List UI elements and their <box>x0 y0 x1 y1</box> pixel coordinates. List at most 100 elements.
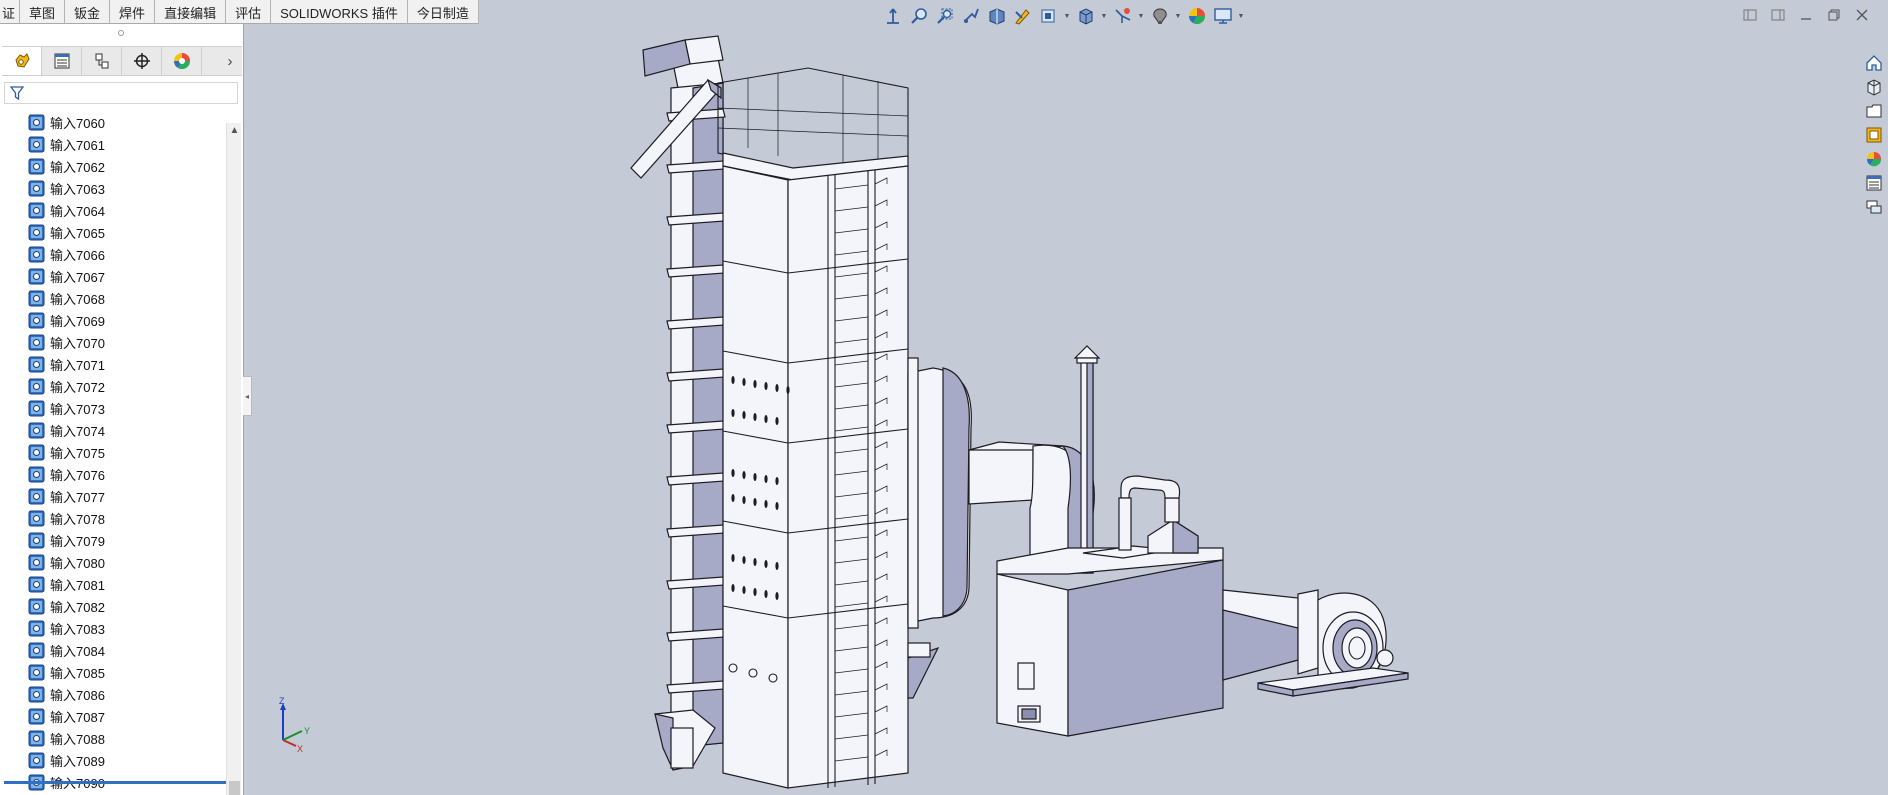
command-manager-tabs: 证草图 钣金 焊件 直接编辑 评估 SOLIDWORKS 插件 今日制造 <box>0 0 479 24</box>
tree-item-label: 输入7078 <box>50 511 105 527</box>
tree-item[interactable]: 输入7083 <box>0 617 226 639</box>
dynamic-annotation-button[interactable] <box>1010 4 1035 28</box>
tree-item[interactable]: 输入7079 <box>0 529 226 551</box>
zoom-to-fit-button[interactable] <box>906 4 931 28</box>
hide-show-button[interactable] <box>1110 4 1135 28</box>
previous-view-button[interactable] <box>958 4 983 28</box>
triad-y-label: Y <box>304 726 310 736</box>
view-settings-dropdown-arrow-icon[interactable]: ▼ <box>1236 4 1246 28</box>
vent-hole <box>753 558 757 566</box>
view-orientation-dropdown-icon <box>1041 9 1054 23</box>
tree-item[interactable]: 输入7070 <box>0 331 226 353</box>
ribbon-tab-0[interactable]: 证 <box>0 0 21 24</box>
feature-manager-panel: › 输入7060 输入7061 输入7062 输入7063 输入7064 输入7065 输入… <box>0 24 244 795</box>
scroll-up-arrow-icon[interactable]: ▲ <box>227 123 242 137</box>
minimize-button[interactable] <box>1796 6 1816 24</box>
zoom-to-area-button[interactable] <box>932 4 957 28</box>
tree-item[interactable]: 输入7068 <box>0 287 226 309</box>
view-orientation-dropdown-arrow-icon[interactable]: ▼ <box>1062 4 1072 28</box>
configuration-manager-tab[interactable] <box>82 47 122 75</box>
tree-item[interactable]: 输入7060 <box>0 111 226 133</box>
more-tabs-button[interactable]: › <box>218 47 242 75</box>
close-button[interactable] <box>1852 6 1872 24</box>
tree-item[interactable]: 输入7063 <box>0 177 226 199</box>
tree-item[interactable]: 输入7081 <box>0 573 226 595</box>
task-custom-properties-button[interactable] <box>1862 172 1886 194</box>
vent-hole <box>731 494 735 502</box>
scroll-thumb[interactable] <box>229 781 240 795</box>
tree-item[interactable]: 输入7075 <box>0 441 226 463</box>
view-orientation-button[interactable] <box>880 4 905 28</box>
tree-item[interactable]: 输入7074 <box>0 419 226 441</box>
graphics-viewport[interactable]: .f { fill: #f4f5fa; stroke: #1c1c22; str… <box>253 28 1853 795</box>
tree-item-label: 输入7085 <box>50 665 105 681</box>
ribbon-tab-2[interactable]: 钣金 <box>65 0 111 24</box>
task-appearances-button[interactable] <box>1862 148 1886 170</box>
view-orientation-dropdown-button[interactable] <box>1036 4 1061 28</box>
dimxpert-tab[interactable] <box>122 47 162 75</box>
display-manager-tab[interactable] <box>162 47 202 75</box>
view-settings-button[interactable] <box>1210 4 1235 28</box>
ribbon-tab-5[interactable]: 评估 <box>226 0 272 24</box>
task-view-palette-button[interactable] <box>1862 124 1886 146</box>
tree-item-label: 输入7068 <box>50 291 105 307</box>
ribbon-tab-6[interactable]: SOLIDWORKS 插件 <box>271 0 408 24</box>
tree-filter[interactable] <box>4 82 238 104</box>
ribbon-tab-1[interactable]: 草图 <box>20 0 66 24</box>
tree-item[interactable]: 输入7071 <box>0 353 226 375</box>
task-design-library-button[interactable] <box>1862 76 1886 98</box>
imported-body-icon <box>28 180 45 196</box>
tree-item[interactable]: 输入7069 <box>0 309 226 331</box>
section-view-button[interactable] <box>984 4 1009 28</box>
tree-scrollbar[interactable]: ▲ ▼ <box>226 123 241 795</box>
vent-hole <box>764 382 768 390</box>
vent-hole <box>775 592 779 600</box>
edit-appearance-button[interactable] <box>1147 4 1172 28</box>
display-style-button[interactable] <box>1073 4 1098 28</box>
ribbon-tab-7[interactable]: 今日制造 <box>408 0 479 24</box>
tree-item[interactable]: 输入7066 <box>0 243 226 265</box>
property-manager-tab[interactable] <box>42 47 82 75</box>
restore-button[interactable] <box>1824 6 1844 24</box>
tree-item[interactable]: 输入7061 <box>0 133 226 155</box>
edit-appearance-dropdown-arrow-icon[interactable]: ▼ <box>1173 4 1183 28</box>
tree-item[interactable]: 输入7077 <box>0 485 226 507</box>
display-style-dropdown-arrow-icon[interactable]: ▼ <box>1099 4 1109 28</box>
display-manager-icon <box>173 53 190 70</box>
imported-body-icon <box>28 422 45 438</box>
tree-item[interactable]: 输入7086 <box>0 683 226 705</box>
ribbon-tab-3[interactable]: 焊件 <box>110 0 156 24</box>
vent-hole <box>742 556 746 564</box>
imported-body-icon <box>28 202 45 218</box>
reference-triad: Z Y X <box>279 696 310 754</box>
hide-show-dropdown-arrow-icon[interactable]: ▼ <box>1136 4 1146 28</box>
tree-item[interactable]: 输入7089 <box>0 749 226 771</box>
tree-item[interactable]: 输入7088 <box>0 727 226 749</box>
tree-item[interactable]: 输入7078 <box>0 507 226 529</box>
tree-item[interactable]: 输入7065 <box>0 221 226 243</box>
tree-item[interactable]: 输入7087 <box>0 705 226 727</box>
tree-item[interactable]: 输入7062 <box>0 155 226 177</box>
tree-item[interactable]: 输入7064 <box>0 199 226 221</box>
task-resources-button[interactable] <box>1862 52 1886 74</box>
tree-item[interactable]: 输入7067 <box>0 265 226 287</box>
tree-item[interactable]: 输入7084 <box>0 639 226 661</box>
tree-item[interactable]: 输入7076 <box>0 463 226 485</box>
task-forum-button[interactable] <box>1862 196 1886 218</box>
tree-item[interactable]: 输入7073 <box>0 397 226 419</box>
imported-body-icon <box>28 356 45 372</box>
ribbon-tab-4[interactable]: 直接编辑 <box>155 0 227 24</box>
apply-scene-button[interactable] <box>1184 4 1209 28</box>
tile-left-button[interactable] <box>1740 6 1760 24</box>
tree-item[interactable]: 输入7082 <box>0 595 226 617</box>
bucket-elevator <box>630 35 726 771</box>
panel-collapse-handle[interactable]: ◂ <box>243 376 252 416</box>
tree-item[interactable]: 输入7072 <box>0 375 226 397</box>
vent-hole <box>786 386 790 394</box>
tile-right-button[interactable] <box>1768 6 1788 24</box>
task-file-explorer-button[interactable] <box>1862 100 1886 122</box>
panel-grip-icon[interactable] <box>118 30 124 36</box>
feature-manager-tab[interactable] <box>2 47 42 75</box>
tree-item[interactable]: 输入7080 <box>0 551 226 573</box>
tree-item[interactable]: 输入7085 <box>0 661 226 683</box>
